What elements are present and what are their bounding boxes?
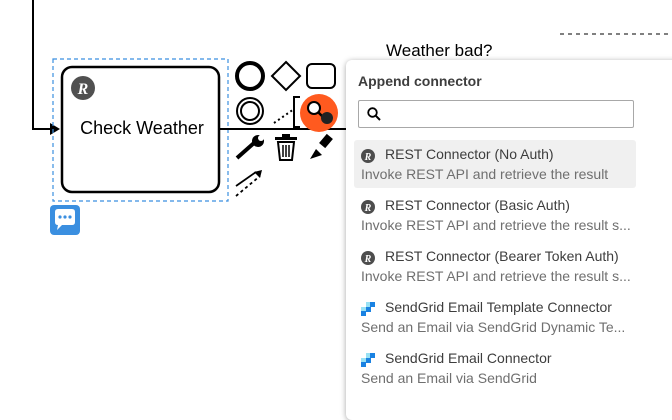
- entry-label: SendGrid Email Connector: [385, 350, 552, 366]
- entry-sendgrid-template[interactable]: SendGrid Email Template Connector Send a…: [354, 293, 636, 341]
- entry-label: REST Connector (Bearer Token Auth): [385, 248, 619, 264]
- wrench-icon[interactable]: [234, 134, 266, 162]
- task-label: Check Weather: [80, 118, 204, 138]
- entry-sendgrid-email[interactable]: SendGrid Email Connector Send an Email v…: [354, 344, 636, 392]
- rest-icon: R: [361, 200, 375, 214]
- task-marker-glyph: R: [77, 81, 89, 98]
- entry-description: Send an Email via SendGrid Dynamic Te...: [361, 319, 626, 335]
- append-connector-popup: Append connector R REST Connector (No Au…: [346, 60, 672, 420]
- svg-text:R: R: [364, 254, 372, 265]
- search-input[interactable]: [387, 103, 631, 125]
- entry-description: Invoke REST API and retrieve the result …: [361, 268, 631, 284]
- popup-title: Append connector: [358, 73, 482, 89]
- rest-icon: R: [361, 149, 375, 163]
- entry-label: REST Connector (No Auth): [385, 146, 554, 162]
- paint-icon[interactable]: [306, 133, 336, 163]
- entry-description: Invoke REST API and retrieve the result: [361, 166, 609, 182]
- append-connector-icon[interactable]: [298, 94, 340, 132]
- search-icon: [367, 107, 381, 121]
- chat-bubble-icon: [55, 209, 75, 230]
- sequence-flow-incoming: [32, 0, 50, 130]
- entry-label: REST Connector (Basic Auth): [385, 197, 570, 213]
- rest-icon: R: [361, 251, 375, 265]
- entry-description: Send an Email via SendGrid: [361, 370, 537, 386]
- entry-description: Invoke REST API and retrieve the result …: [361, 217, 631, 233]
- entry-rest-basic-auth[interactable]: R REST Connector (Basic Auth) Invoke RES…: [354, 191, 636, 239]
- end-event-icon[interactable]: [234, 60, 266, 92]
- task-icon[interactable]: [305, 62, 337, 90]
- comment-button[interactable]: [50, 205, 80, 235]
- delete-icon[interactable]: [272, 133, 300, 163]
- search-field[interactable]: [358, 100, 634, 128]
- arrowhead-icon: [50, 123, 60, 135]
- connector-list: R REST Connector (No Auth) Invoke REST A…: [354, 140, 636, 395]
- entry-rest-bearer-auth[interactable]: R REST Connector (Bearer Token Auth) Inv…: [354, 242, 636, 290]
- sendgrid-icon: [361, 302, 375, 316]
- gateway-icon[interactable]: [270, 60, 302, 92]
- connect-icon[interactable]: [232, 168, 266, 198]
- svg-text:R: R: [364, 152, 372, 163]
- sendgrid-icon: [361, 353, 375, 367]
- gateway-label: Weather bad?: [386, 41, 493, 60]
- entry-label: SendGrid Email Template Connector: [385, 299, 612, 315]
- intermediate-event-icon[interactable]: [234, 95, 266, 127]
- entry-rest-no-auth[interactable]: R REST Connector (No Auth) Invoke REST A…: [354, 140, 636, 188]
- svg-text:R: R: [364, 203, 372, 214]
